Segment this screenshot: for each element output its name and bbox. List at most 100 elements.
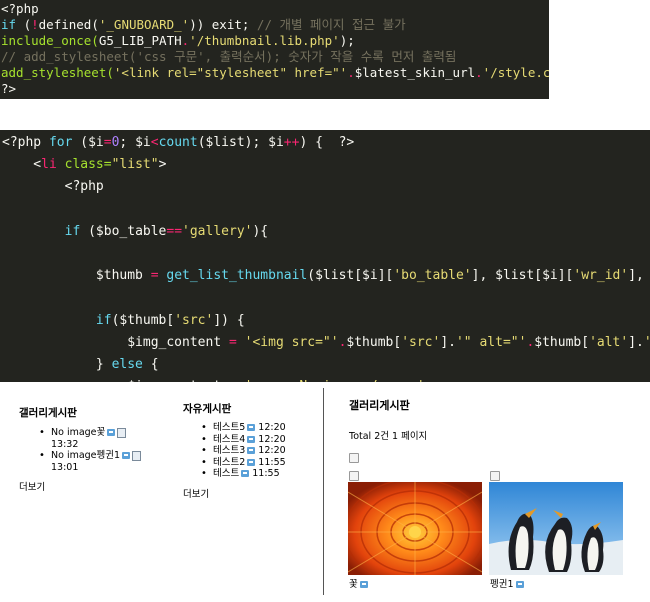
code-line: ?> <box>1 81 549 97</box>
comment-icon <box>122 452 131 459</box>
code-token: get_list_thumbnail <box>166 268 308 284</box>
code-token: 'bo_table' <box>393 268 472 284</box>
code-token: ?> <box>1 81 17 96</box>
comment-icon <box>241 470 250 477</box>
post-title[interactable]: No image펭귄1 <box>51 450 120 461</box>
select-all-checkbox[interactable] <box>349 453 359 463</box>
code-line: $img_content = '<img src="'.$thumb['src'… <box>2 332 650 354</box>
post-time: 11:55 <box>255 456 286 468</box>
code-token: ]. <box>628 334 644 350</box>
more-link[interactable]: 더보기 <box>19 479 45 493</box>
code-line: <?php <box>1 1 549 17</box>
list-item[interactable]: 테스트4 12:20 <box>201 434 286 446</box>
code-token: add_stylesheet( <box>1 65 114 80</box>
thumb-caption-row[interactable]: 펭귄1 <box>490 576 524 590</box>
thumb-caption-row[interactable]: 꽃 <box>349 576 368 590</box>
page-title: 갤러리게시판 <box>349 399 410 412</box>
more-link[interactable]: 더보기 <box>183 486 209 500</box>
list-item[interactable]: No image꽃 13:32 <box>39 427 141 450</box>
post-time: 13:32 <box>51 438 79 450</box>
code-token: if <box>64 223 81 239</box>
post-title[interactable]: 테스트 <box>213 468 239 479</box>
code-token: $img_content <box>2 334 229 350</box>
post-title[interactable]: 테스트5 <box>213 422 245 433</box>
post-title[interactable]: No image꽃 <box>51 427 105 438</box>
code-token: li <box>41 157 57 173</box>
post-title[interactable]: 테스트3 <box>213 445 245 456</box>
code-line: if($thumb['src']) { <box>2 310 650 332</box>
code-token: . <box>475 65 483 80</box>
code-token: <?php <box>1 1 39 16</box>
gallery-page-panel: 갤러리게시판 Total 2건 1 페이지 꽃 펭귄1 <box>325 382 650 602</box>
code-token: ], $width, $height); <box>628 268 644 284</box>
code-line: <?php <box>2 176 650 198</box>
thumb-caption[interactable]: 꽃 <box>349 579 358 590</box>
free-board-title: 자유게시판 <box>183 403 232 415</box>
code-token: $latest_skin_url <box>354 65 476 80</box>
code-token: // add_stylesheet('css 구문', 출력순서); 숫자가 작… <box>1 49 457 64</box>
list-item[interactable]: 테스트2 11:55 <box>201 457 286 469</box>
code-token: ) { ?> <box>299 135 355 150</box>
code-token: // 개별 페이지 접근 불가 <box>256 17 406 32</box>
code-token: '/thumbnail.lib.php' <box>189 33 340 48</box>
flower-thumbnail[interactable] <box>348 482 482 575</box>
file-icon <box>132 450 142 461</box>
item-checkbox[interactable] <box>490 471 500 481</box>
code-line: if (!defined('_GNUBOARD_')) exit; // 개별 … <box>1 17 549 33</box>
total-count: Total 2건 1 페이지 <box>349 431 428 442</box>
code-token: 'gallery' <box>182 223 253 239</box>
code-token: ); <box>339 33 355 48</box>
gallery-latest-list: No image꽃 13:32 No image펭귄1 13:01 <box>39 427 142 473</box>
thumb-caption[interactable]: 펭귄1 <box>490 579 514 590</box>
code-token: '/style.css">' <box>482 65 549 80</box>
post-time: 12:20 <box>255 445 286 456</box>
code-block-1: <?php if (!defined('_GNUBOARD_')) exit; /… <box>0 0 549 99</box>
code-token: ($thumb[ <box>111 312 175 328</box>
code-token: G5_LIB_PATH <box>98 33 182 48</box>
post-time: 12:20 <box>255 433 286 445</box>
comment-icon <box>359 581 368 588</box>
code-token: if <box>1 17 17 32</box>
penguin-thumbnail[interactable] <box>489 482 623 575</box>
code-token: '" alt="' <box>455 334 527 350</box>
code-line: add_stylesheet('<link rel="stylesheet" h… <box>1 65 549 81</box>
code-token: $thumb[ <box>534 334 590 350</box>
code-token: '" class="img">' <box>644 335 650 350</box>
gallery-latest-title: 갤러리게시판 <box>19 407 77 419</box>
list-item[interactable]: 테스트5 12:20 <box>201 422 286 434</box>
list-item[interactable]: 테스트3 12:20 <box>201 445 286 457</box>
code-token: } <box>2 356 112 372</box>
code-token: '<img src="' <box>244 334 339 350</box>
code-token: class= <box>56 157 112 173</box>
code-token: ($bo_table <box>80 223 167 239</box>
post-title[interactable]: 테스트2 <box>213 457 245 468</box>
code-token: ($list); $i <box>197 135 284 150</box>
code-line: // add_stylesheet('css 구문', 출력순서); 숫자가 작… <box>1 49 549 65</box>
code-token: ($list[$i][ <box>307 268 394 284</box>
code-token: else <box>111 356 143 372</box>
code-token: count <box>158 135 198 150</box>
item-checkbox[interactable] <box>349 471 359 481</box>
post-title[interactable]: 테스트4 <box>213 434 245 445</box>
code-token: < <box>150 135 159 150</box>
code-token: ++ <box>283 135 300 150</box>
code-token: ){ <box>252 223 269 239</box>
list-item[interactable]: No image펭귄1 13:01 <box>39 450 142 473</box>
code-token: == <box>166 223 183 239</box>
code-line: <li class="list"> <box>2 154 650 176</box>
code-token: defined( <box>38 17 99 32</box>
code-token: ]. <box>440 334 456 350</box>
code-token: 'src' <box>401 334 441 350</box>
code-token: <?php <box>2 135 49 150</box>
divider <box>323 388 324 595</box>
comment-icon <box>107 429 116 436</box>
penguin-image <box>489 482 623 575</box>
list-item[interactable]: 테스트 11:55 <box>201 468 286 480</box>
code-token: include_once( <box>1 33 99 48</box>
code-token: ]) { <box>213 312 245 328</box>
code-token: "list" <box>111 157 159 173</box>
